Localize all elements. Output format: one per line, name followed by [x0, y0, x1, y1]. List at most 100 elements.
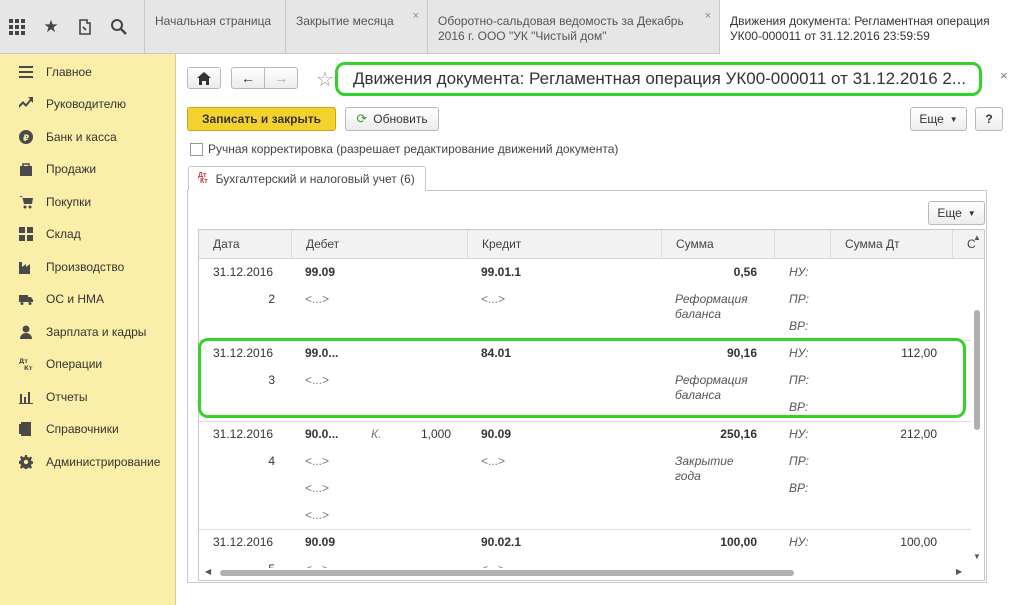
column-header-debit[interactable]: Дебет — [292, 230, 468, 259]
sidebar-item-fixed-assets[interactable]: ОС и НМА — [0, 283, 176, 315]
tab-document-movements[interactable]: Движения документа: Регламентная операци… — [719, 0, 1024, 55]
tab-label: Движения документа: Регламентная операци… — [730, 14, 990, 43]
chevron-down-icon: ▼ — [967, 208, 976, 218]
scroll-up-arrow-icon[interactable]: ▲ — [973, 233, 981, 242]
sidebar-item-admin[interactable]: Администрирование — [0, 446, 176, 478]
cell-number: 2 — [268, 292, 275, 306]
cart-icon — [18, 194, 34, 210]
table-header: Дата Дебет Кредит Сумма Сумма Дт С — [199, 230, 984, 259]
home-button[interactable] — [187, 67, 221, 89]
sidebar-item-label: Банк и касса — [46, 130, 117, 144]
sidebar-item-warehouse[interactable]: Склад — [0, 218, 176, 250]
truck-icon — [18, 291, 34, 307]
cell-content: Закрытие года — [675, 454, 734, 483]
sidebar-item-label: Справочники — [46, 422, 119, 436]
tab-accounting[interactable]: Дт Кт Бухгалтерский и налоговый учет (6) — [188, 166, 426, 191]
scroll-left-arrow-icon[interactable]: ◀ — [205, 567, 211, 576]
close-icon[interactable]: × — [705, 9, 711, 24]
cell-pr: ПР: — [789, 292, 809, 306]
column-header-blank[interactable] — [775, 230, 831, 259]
sidebar-item-catalogs[interactable]: Справочники — [0, 413, 176, 445]
chart-line-icon — [18, 96, 34, 112]
sidebar-item-payroll[interactable]: Зарплата и кадры — [0, 316, 176, 348]
sidebar-item-label: Склад — [46, 227, 81, 241]
tab-label: Начальная страница — [155, 14, 272, 28]
tab-label: Закрытие месяца — [296, 14, 394, 28]
top-bar: ★ Начальная страница Закрытие месяца × О… — [0, 0, 1024, 55]
tab-home[interactable]: Начальная страница — [144, 0, 285, 54]
cell-pr: ПР: — [789, 454, 809, 468]
back-button[interactable]: ← — [231, 67, 265, 89]
column-header-date[interactable]: Дата — [199, 230, 292, 259]
cell-date: 31.12.2016 — [213, 265, 274, 279]
sidebar-item-label: Зарплата и кадры — [46, 325, 147, 339]
more-button[interactable]: Еще ▼ — [910, 107, 967, 131]
factory-icon — [18, 259, 34, 275]
cell-credit-subconto: <...> — [481, 454, 506, 468]
tab-accounting-label: Бухгалтерский и налоговый учет (6) — [215, 171, 415, 186]
cell-number: 4 — [268, 454, 275, 468]
home-icon — [197, 71, 211, 85]
menu-icon — [18, 64, 34, 80]
more-label: Еще — [919, 112, 944, 126]
warehouse-icon — [18, 226, 34, 242]
svg-text:Кт: Кт — [24, 365, 33, 371]
tab-turnover-sheet[interactable]: Оборотно-сальдовая ведомость за Декабрь … — [427, 0, 719, 54]
favorite-star-icon[interactable]: ☆ — [316, 67, 334, 92]
cell-debit-subconto: <...> — [305, 481, 330, 495]
cell-debit: 90.0... — [305, 427, 339, 441]
bar-chart-icon — [18, 389, 34, 405]
svg-text:Дт: Дт — [19, 358, 28, 365]
cell-nu: НУ: — [789, 427, 809, 441]
sidebar-item-production[interactable]: Производство — [0, 251, 176, 283]
tab-month-closing[interactable]: Закрытие месяца × — [285, 0, 427, 54]
horizontal-scroll-thumb[interactable] — [220, 570, 794, 576]
refresh-button[interactable]: ⟳ Обновить — [345, 107, 439, 131]
apps-grid-icon[interactable] — [0, 0, 34, 54]
tab-label: Оборотно-сальдовая ведомость за Декабрь … — [438, 14, 684, 43]
vertical-scroll-thumb[interactable] — [974, 310, 980, 430]
grid-more-button[interactable]: Еще ▼ — [928, 201, 985, 225]
close-icon[interactable]: × — [1000, 68, 1008, 83]
save-and-close-button[interactable]: Записать и закрыть — [187, 107, 336, 131]
ruble-icon: ₽ — [18, 129, 34, 145]
sidebar-item-sales[interactable]: Продажи — [0, 153, 176, 185]
help-button[interactable]: ? — [975, 107, 1003, 131]
sidebar-item-main[interactable]: Главное — [0, 56, 176, 88]
sidebar-item-bank[interactable]: ₽ Банк и касса — [0, 121, 176, 153]
cell-nu: НУ: — [789, 535, 809, 549]
column-header-sum[interactable]: Сумма — [662, 230, 775, 259]
gear-icon — [18, 454, 34, 470]
row-divider — [199, 529, 984, 530]
sidebar-item-operations[interactable]: Дт Кт Операции — [0, 348, 176, 380]
sidebar-item-reports[interactable]: Отчеты — [0, 381, 176, 413]
search-icon[interactable] — [102, 0, 136, 54]
cell-credit: 90.02.1 — [481, 535, 522, 549]
cell-date: 31.12.2016 — [213, 535, 274, 549]
cell-debit-subconto: <...> — [305, 508, 330, 522]
history-icon[interactable] — [68, 0, 102, 54]
scroll-down-arrow-icon[interactable]: ▼ — [973, 552, 981, 561]
grid-more-label: Еще — [937, 206, 962, 220]
cell-debit-quantity: 1,000 — [420, 427, 451, 441]
forward-button[interactable]: → — [264, 67, 298, 89]
cell-vr: ВР: — [789, 319, 809, 333]
sidebar-item-manager[interactable]: Руководителю — [0, 88, 176, 120]
sidebar-item-purchases[interactable]: Покупки — [0, 186, 176, 218]
cell-sum: 100,00 — [720, 535, 757, 549]
cell-debit-extra: К. — [371, 427, 382, 441]
scroll-right-arrow-icon[interactable]: ▶ — [956, 567, 962, 576]
cell-date: 31.12.2016 — [213, 427, 274, 441]
arrow-left-icon: ← — [241, 70, 255, 86]
sidebar-item-label: Покупки — [46, 195, 92, 209]
sidebar-item-label: Операции — [46, 357, 103, 371]
manual-edit-checkbox[interactable] — [190, 143, 203, 156]
refresh-label: Обновить — [373, 112, 428, 126]
favorites-star-icon[interactable]: ★ — [34, 0, 68, 54]
sidebar: Главное Руководителю ₽ Банк и касса Прод… — [0, 54, 176, 605]
dt-kt-icon: Дт Кт — [18, 356, 34, 372]
sidebar-item-label: Отчеты — [46, 390, 88, 404]
column-header-sum-dt[interactable]: Сумма Дт — [831, 230, 953, 259]
column-header-credit[interactable]: Кредит — [468, 230, 662, 259]
close-icon[interactable]: × — [413, 9, 419, 24]
